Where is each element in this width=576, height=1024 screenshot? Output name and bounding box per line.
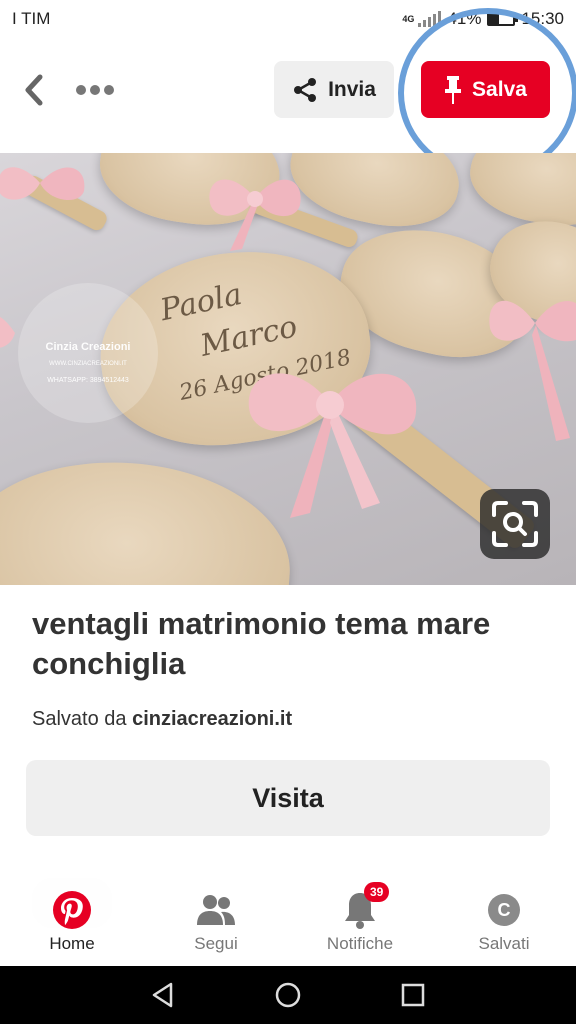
pin-image[interactable]: Paola Marco 26 Agosto 2018 Cinzia Creazi…: [0, 153, 576, 585]
pinterest-icon: [52, 890, 92, 930]
ribbon-bow: [489, 300, 576, 441]
dot-icon: [90, 85, 100, 95]
share-icon: [294, 77, 317, 102]
dot-icon: [76, 85, 86, 95]
nav-saved[interactable]: C Salvati: [432, 872, 576, 966]
status-bar: I TIM 4G 41% 15:30: [0, 0, 576, 38]
battery-icon: [487, 12, 519, 26]
network-type: 4G: [402, 13, 415, 24]
recents-square-icon[interactable]: [399, 981, 427, 1009]
watermark-phone: WHATSAPP: 3894512443: [47, 377, 129, 384]
send-button-label: Invia: [328, 77, 376, 101]
bottom-nav: Home Segui 39 Notifiche C Salvati: [0, 872, 576, 966]
signal-icon: [418, 11, 442, 27]
status-indicators: 4G 41% 15:30: [402, 9, 564, 29]
chevron-left-icon: [25, 74, 43, 106]
home-circle-icon[interactable]: [274, 981, 302, 1009]
more-options-button[interactable]: [70, 70, 120, 110]
nav-following-label: Segui: [194, 934, 238, 953]
saved-from: Salvato da cinziacreazioni.it: [32, 708, 292, 731]
pin-toolbar: Invia Salva: [0, 8, 576, 178]
visual-search-button[interactable]: [480, 489, 550, 559]
ribbon-bow: [0, 167, 85, 201]
save-button-label: Salva: [472, 77, 527, 101]
profile-avatar: C: [484, 890, 524, 930]
back-button[interactable]: [16, 70, 52, 110]
system-nav-bar: [0, 966, 576, 1024]
saved-from-prefix: Salvato da: [32, 708, 127, 730]
watermark-logo: Cinzia Creazioni WWW.CINZIACREAZIONI.IT …: [18, 283, 158, 423]
notification-badge: 39: [364, 882, 390, 902]
battery-percent: 41%: [447, 9, 482, 28]
saved-from-source[interactable]: cinziacreazioni.it: [132, 708, 292, 730]
dot-icon: [104, 85, 114, 95]
carrier-label: I TIM: [12, 9, 51, 28]
battery-fill: [489, 14, 500, 24]
nav-saved-label: Salvati: [478, 934, 530, 953]
save-button[interactable]: Salva: [421, 61, 550, 118]
watermark-name: Cinzia Creazioni: [45, 341, 131, 353]
pushpin-icon: [445, 75, 462, 104]
nav-home-label: Home: [49, 934, 95, 953]
visit-button[interactable]: Visita: [26, 760, 550, 836]
avatar-letter: C: [488, 894, 520, 926]
back-triangle-icon[interactable]: [149, 981, 177, 1009]
send-button[interactable]: Invia: [274, 61, 394, 118]
nav-notifications[interactable]: 39 Notifiche: [288, 872, 432, 966]
bell-icon: 39: [340, 882, 390, 930]
visual-search-icon: [492, 501, 538, 547]
watermark-site: WWW.CINZIACREAZIONI.IT: [49, 361, 127, 367]
nav-notifications-label: Notifiche: [326, 934, 394, 953]
clock: 15:30: [521, 9, 564, 28]
ribbon-bow: [248, 373, 417, 518]
nav-home[interactable]: Home: [0, 872, 144, 966]
pin-title: ventagli matrimonio tema mare conchiglia: [32, 606, 491, 681]
people-icon: [196, 890, 236, 930]
nav-following[interactable]: Segui: [144, 872, 288, 966]
ribbon-bow: [209, 179, 301, 251]
